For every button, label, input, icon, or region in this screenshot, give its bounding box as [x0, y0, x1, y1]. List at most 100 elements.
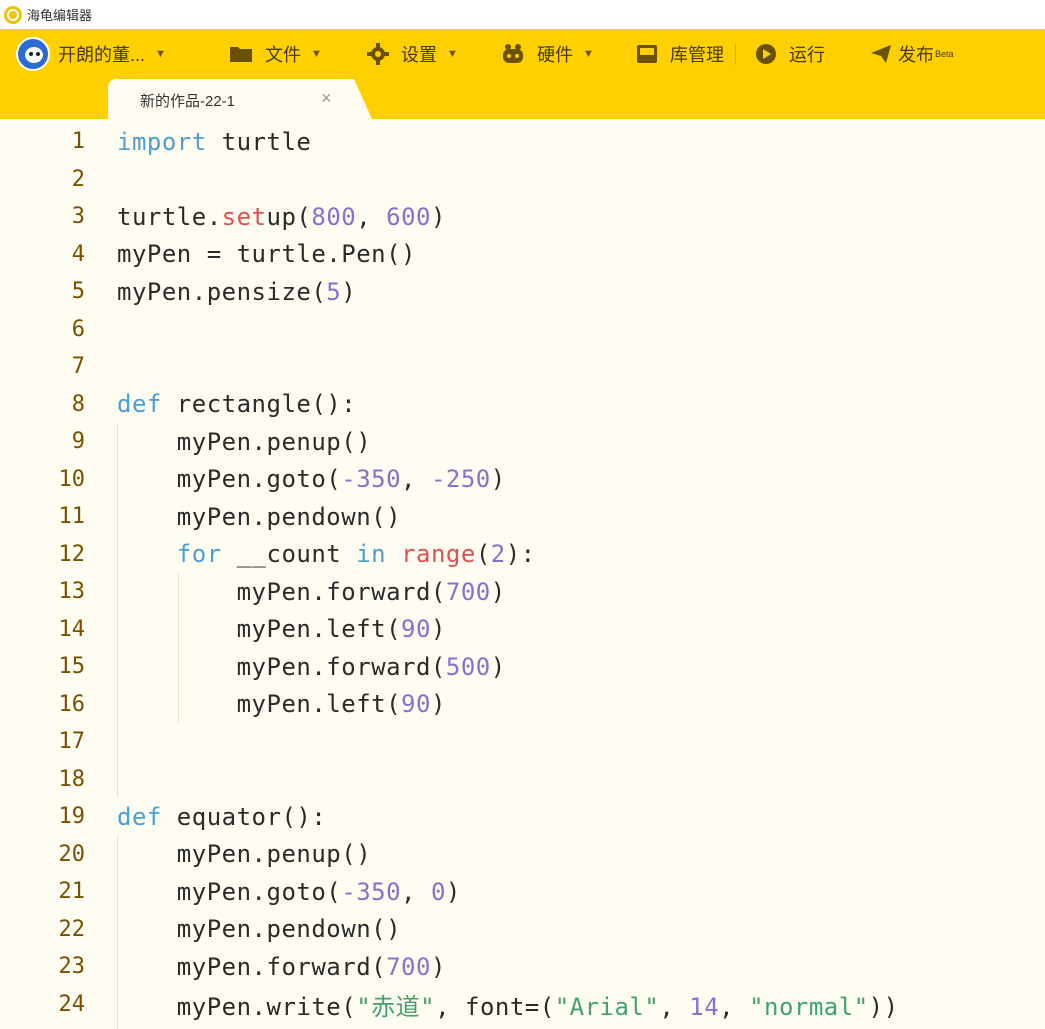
code-text: myPen.forward(500) [117, 653, 506, 681]
code-token: ) [431, 202, 446, 231]
code-text: myPen.left(90) [117, 690, 446, 718]
settings-menu[interactable]: 设置 ▼ [367, 29, 458, 79]
code-token: "赤道" [356, 992, 436, 1021]
code-text: myPen.forward(700) [117, 953, 446, 981]
line-number: 12 [58, 541, 86, 567]
code-token: )) [868, 992, 899, 1021]
code-line[interactable]: 15 myPen.forward(500) [0, 648, 1045, 685]
code-token: rectangle(): [161, 390, 357, 418]
code-line[interactable]: 3 turtle.setup(800, 600) [0, 198, 1045, 235]
code-line[interactable]: 16 myPen.left(90) [0, 686, 1045, 723]
code-token: myPen.forward( [117, 952, 387, 981]
close-icon[interactable]: × [321, 88, 332, 109]
line-number: 1 [71, 129, 85, 154]
code-text: myPen.pendown() [117, 503, 401, 531]
code-token: turtle [206, 127, 312, 156]
line-number: 3 [71, 204, 85, 229]
code-editor[interactable]: 1 import turtle 2 3 turtle.setup(800, 600) 4 m… [0, 119, 1045, 1029]
code-line[interactable]: 14 myPen.left(90) [0, 611, 1045, 648]
code-line[interactable]: 5 myPen.pensize(5) [0, 273, 1045, 310]
code-line[interactable]: 21 myPen.goto(-350, 0) [0, 873, 1045, 910]
code-line[interactable]: 6 [0, 311, 1045, 348]
code-token: myPen.goto( [117, 465, 342, 493]
code-text: myPen.goto(-350, 0) [117, 878, 461, 906]
user-name: 开朗的董... [58, 45, 146, 65]
tab-new-work[interactable]: 新的作品-22-1 × [108, 79, 372, 119]
code-line[interactable]: 8 def rectangle(): [0, 386, 1045, 423]
code-token: -250 [430, 465, 491, 493]
code-token: "Arial" [554, 992, 660, 1021]
hardware-menu[interactable]: 硬件 ▼ [501, 29, 594, 79]
code-line[interactable]: 24 myPen.write("赤道", font=("Arial", 14, … [0, 986, 1045, 1023]
file-menu[interactable]: 文件 ▼ [229, 29, 322, 79]
code-text: def equator(): [117, 803, 326, 831]
code-line[interactable]: 17 [0, 723, 1045, 760]
code-token: 14 [689, 992, 720, 1021]
tab-strip: 新的作品-22-1 × [0, 79, 1045, 119]
run-button[interactable]: 运行 [755, 29, 825, 79]
publish-label: 发布 [898, 45, 934, 65]
code-token: ) [490, 465, 506, 493]
code-text: myPen.pendown() [117, 915, 401, 943]
code-token: myPen.pendown() [117, 502, 402, 531]
code-token: ) [490, 652, 506, 681]
indent-guide [178, 573, 179, 723]
code-line[interactable]: 2 [0, 161, 1045, 198]
code-token: -350 [341, 465, 402, 493]
chevron-down-icon: ▼ [583, 48, 594, 60]
toolbar: 开朗的董... ▼ 文件 ▼ 设置 ▼ 硬件 ▼ 库管理 运行 发布 Beta [0, 29, 1045, 79]
settings-menu-label: 设置 [401, 45, 437, 65]
code-token: ( [475, 540, 491, 568]
code-text: for __count in range(2): [117, 540, 536, 568]
code-token: ) [430, 690, 446, 718]
code-token: myPen.left( [117, 615, 402, 643]
code-text: myPen = turtle.Pen() [117, 240, 416, 268]
code-token: range [401, 540, 476, 568]
code-token: import [117, 127, 207, 156]
indent-guide [117, 835, 118, 1029]
code-line[interactable]: 9 myPen.penup() [0, 423, 1045, 460]
toolbar-divider [735, 43, 736, 65]
code-text: turtle.setup(800, 600) [117, 203, 446, 231]
line-number: 21 [58, 879, 86, 904]
code-line[interactable]: 7 [0, 348, 1045, 385]
code-token: __count [221, 540, 357, 568]
code-token: , [356, 202, 387, 231]
user-menu[interactable]: 开朗的董... ▼ [16, 29, 166, 79]
code-token: turtle. [117, 202, 222, 231]
run-label: 运行 [789, 45, 825, 65]
code-token: 600 [386, 202, 431, 231]
chevron-down-icon: ▼ [311, 48, 322, 60]
code-line[interactable]: 1 import turtle [0, 123, 1045, 160]
library-button[interactable]: 库管理 [636, 29, 724, 79]
publish-button[interactable]: 发布 Beta [870, 29, 954, 79]
code-line[interactable]: 12 for __count in range(2): [0, 536, 1045, 573]
code-token: ) [341, 277, 357, 306]
code-token: for [176, 540, 222, 568]
play-icon [756, 44, 776, 64]
inbox-icon [637, 45, 657, 63]
code-line[interactable]: 22 myPen.pendown() [0, 911, 1045, 948]
code-line[interactable]: 20 myPen.penup() [0, 836, 1045, 873]
code-text: myPen.left(90) [117, 615, 446, 643]
code-line[interactable]: 19 def equator(): [0, 798, 1045, 835]
code-text: myPen.forward(700) [117, 578, 506, 606]
code-token: , [659, 992, 690, 1021]
code-token: myPen.goto( [117, 877, 342, 906]
folder-icon [230, 47, 252, 62]
code-line[interactable]: 23 myPen.forward(700) [0, 948, 1045, 985]
code-token: myPen.pensize( [117, 277, 327, 306]
line-number: 20 [58, 841, 86, 867]
code-line[interactable]: 10 myPen.goto(-350, -250) [0, 461, 1045, 498]
code-line[interactable]: 4 myPen = turtle.Pen() [0, 236, 1045, 273]
code-line[interactable]: 11 myPen.pendown() [0, 498, 1045, 535]
code-line[interactable]: 13 myPen.forward(700) [0, 573, 1045, 610]
code-token: 5 [326, 277, 342, 306]
app-logo-icon [4, 5, 22, 24]
beta-badge: Beta [935, 49, 954, 59]
code-line[interactable]: 18 [0, 761, 1045, 798]
code-token: ) [430, 952, 446, 981]
code-token: 2 [490, 540, 506, 568]
